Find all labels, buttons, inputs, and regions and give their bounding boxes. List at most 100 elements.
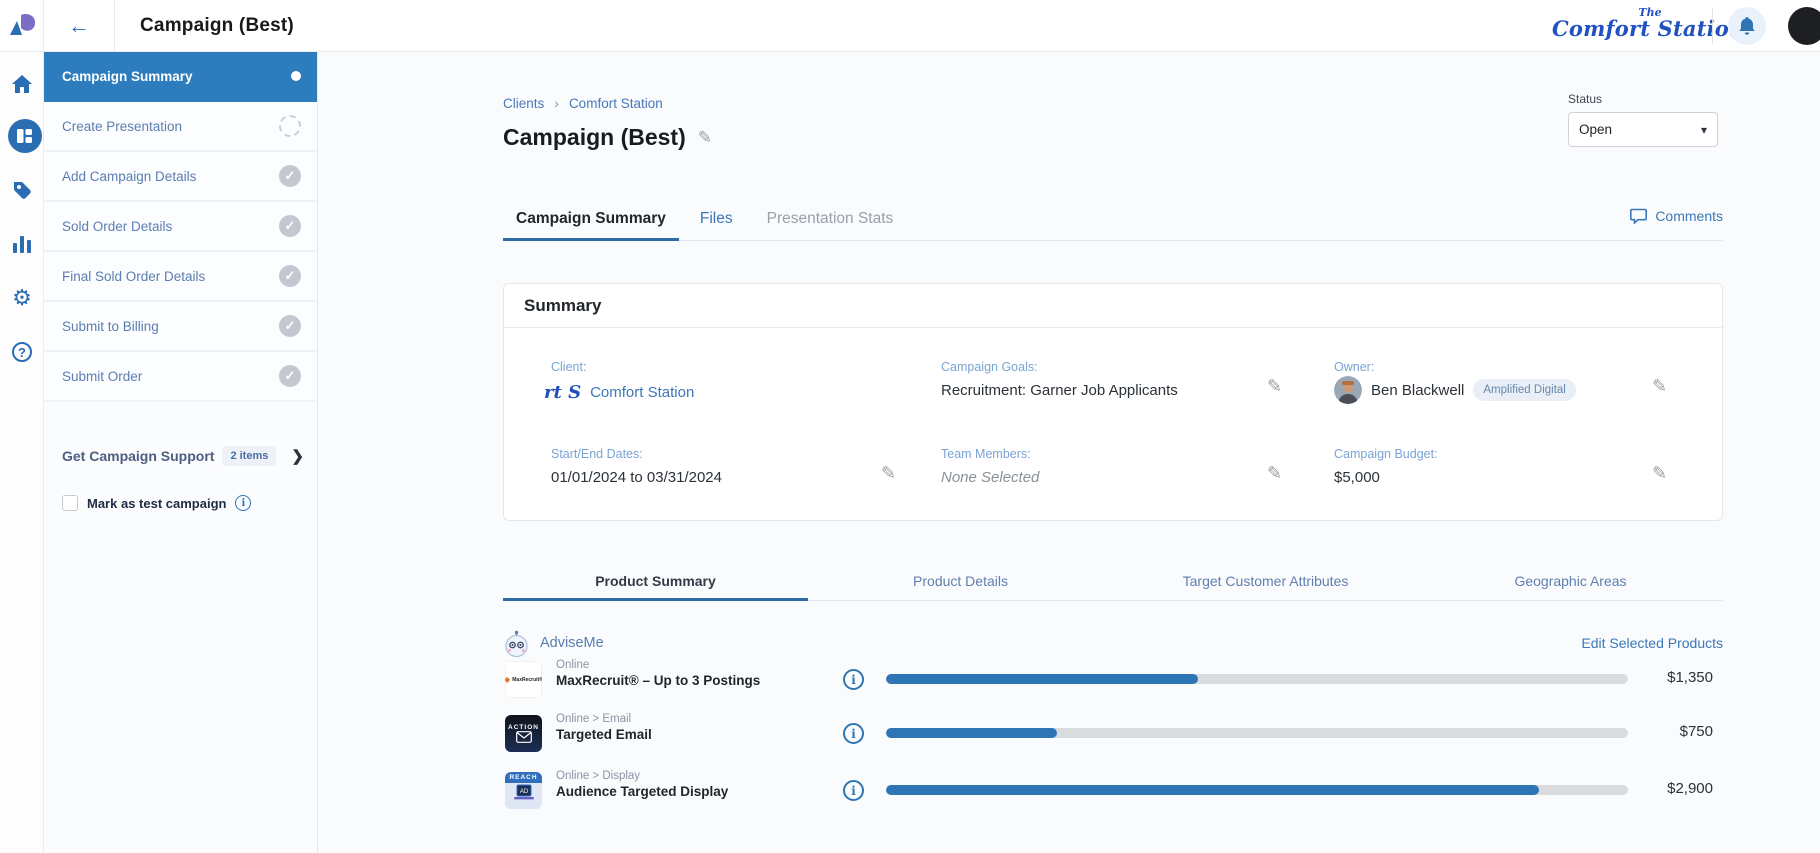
campaigns-nav-button[interactable] <box>0 119 44 153</box>
sidebar-item-create-presentation[interactable]: Create Presentation <box>44 102 317 152</box>
svg-text:AD: AD <box>519 789 528 795</box>
bar-chart-icon <box>13 236 31 253</box>
client-label: Client: <box>551 360 586 374</box>
product-category: Online > Display <box>556 770 728 782</box>
info-icon[interactable]: i <box>235 495 251 511</box>
sidebar-item-final-sold-order-details[interactable]: Final Sold Order Details ✓ <box>44 252 317 302</box>
app-logo-icon <box>8 13 36 39</box>
check-circle-icon: ✓ <box>279 165 301 187</box>
edit-selected-products-link[interactable]: Edit Selected Products <box>1581 635 1723 651</box>
tab-presentation-stats[interactable]: Presentation Stats <box>754 204 907 241</box>
adviseme-label: AdviseMe <box>540 635 604 651</box>
product-info-icon[interactable]: i <box>843 669 864 690</box>
targeted-email-icon: ACTION <box>505 715 542 752</box>
status-select[interactable]: Open ▾ <box>1568 112 1718 147</box>
reports-nav-button[interactable] <box>0 227 44 261</box>
sidebar-item-submit-order[interactable]: Submit Order ✓ <box>44 352 317 402</box>
sidebar-item-add-campaign-details[interactable]: Add Campaign Details ✓ <box>44 152 317 202</box>
tag-icon <box>12 180 32 200</box>
page-title: Campaign (Best) <box>503 124 686 151</box>
budget-value: $5,000 <box>1334 469 1380 486</box>
edit-title-pencil-icon[interactable]: ✎ <box>698 129 712 146</box>
adviseme-robot-icon <box>503 630 530 657</box>
summary-card: Summary Client: rt S Comfort Station Cam… <box>503 283 1723 521</box>
home-nav-button[interactable] <box>0 67 44 101</box>
topbar-divider <box>1712 8 1713 44</box>
tab-target-customer-attributes[interactable]: Target Customer Attributes <box>1113 564 1418 601</box>
budget-progress-fill <box>886 728 1057 738</box>
notifications-button[interactable] <box>1728 7 1766 45</box>
product-price: $2,900 <box>1593 780 1713 797</box>
comments-label: Comments <box>1655 208 1723 224</box>
tab-campaign-summary[interactable]: Campaign Summary <box>503 204 679 241</box>
page-tabs: Campaign Summary Files Presentation Stat… <box>503 204 1723 241</box>
client-name-link[interactable]: Comfort Station <box>590 384 694 401</box>
get-campaign-support-button[interactable]: Get Campaign Support 2 items ❯ <box>44 430 318 482</box>
window-title: Campaign (Best) <box>140 15 294 37</box>
breadcrumb: Clients › Comfort Station <box>503 95 663 111</box>
tab-product-details[interactable]: Product Details <box>808 564 1113 601</box>
tab-files[interactable]: Files <box>687 204 746 241</box>
product-price: $750 <box>1593 723 1713 740</box>
tab-product-summary[interactable]: Product Summary <box>503 564 808 601</box>
breadcrumb-client-link[interactable]: Comfort Station <box>569 96 663 111</box>
edit-team-pencil-icon[interactable]: ✎ <box>1267 463 1282 484</box>
main-content: Clients › Comfort Station Campaign (Best… <box>318 52 1820 853</box>
test-campaign-checkbox[interactable] <box>62 495 78 511</box>
icon-rail: ⚙ ? <box>0 52 44 853</box>
app-logo[interactable] <box>0 0 44 52</box>
audience-display-icon: REACH AD <box>505 772 542 809</box>
back-button[interactable]: ← <box>44 0 115 52</box>
dates-label: Start/End Dates: <box>551 447 643 461</box>
chevron-down-icon: ▾ <box>1701 123 1707 137</box>
owner-label: Owner: <box>1334 360 1374 374</box>
sidebar-item-campaign-summary[interactable]: Campaign Summary <box>44 52 317 102</box>
sidebar-item-submit-to-billing[interactable]: Submit to Billing ✓ <box>44 302 317 352</box>
product-info-icon[interactable]: i <box>843 723 864 744</box>
support-label: Get Campaign Support <box>62 448 214 464</box>
bell-icon <box>1738 16 1756 36</box>
budget-progress-fill <box>886 674 1198 684</box>
tags-nav-button[interactable] <box>0 173 44 207</box>
edit-owner-pencil-icon[interactable]: ✎ <box>1652 376 1667 397</box>
top-bar: ← Campaign (Best) The Comfort Station <box>0 0 1820 52</box>
help-icon: ? <box>12 342 32 362</box>
product-name: Audience Targeted Display <box>556 784 728 799</box>
brand-name: Comfort Station <box>1552 16 1702 41</box>
sidebar-item-label: Final Sold Order Details <box>62 269 279 284</box>
gear-icon: ⚙ <box>12 287 32 309</box>
check-circle-icon: ✓ <box>279 315 301 337</box>
owner-avatar <box>1334 376 1362 404</box>
product-tabs: Product Summary Product Details Target C… <box>503 564 1723 601</box>
check-circle-icon: ✓ <box>279 215 301 237</box>
edit-goals-pencil-icon[interactable]: ✎ <box>1267 376 1282 397</box>
budget-progress-track <box>886 785 1628 795</box>
team-members-value: None Selected <box>941 469 1039 486</box>
back-arrow-icon: ← <box>68 15 90 37</box>
check-circle-icon: ✓ <box>279 365 301 387</box>
dashboard-icon <box>8 119 42 153</box>
product-price: $1,350 <box>1593 669 1713 686</box>
adviseme-row: AdviseMe Edit Selected Products <box>503 628 1723 658</box>
settings-nav-button[interactable]: ⚙ <box>0 281 44 315</box>
sidebar-item-label: Create Presentation <box>62 119 279 134</box>
product-row-maxrecruit: ◆MaxRecruit® Online MaxRecruit® – Up to … <box>503 659 1723 699</box>
product-name: Targeted Email <box>556 727 652 742</box>
help-nav-button[interactable]: ? <box>0 335 44 369</box>
active-step-dot-icon <box>291 71 301 81</box>
product-info-icon[interactable]: i <box>843 780 864 801</box>
comment-bubble-icon <box>1630 208 1647 224</box>
dates-value: 01/01/2024 to 03/31/2024 <box>551 469 722 486</box>
sidebar-item-sold-order-details[interactable]: Sold Order Details ✓ <box>44 202 317 252</box>
edit-dates-pencil-icon[interactable]: ✎ <box>881 463 896 484</box>
user-avatar[interactable] <box>1788 7 1820 45</box>
client-logo: rt S <box>544 382 581 403</box>
comments-button[interactable]: Comments <box>1630 208 1723 224</box>
check-circle-icon: ✓ <box>279 265 301 287</box>
product-name: MaxRecruit® – Up to 3 Postings <box>556 673 760 688</box>
breadcrumb-clients-link[interactable]: Clients <box>503 96 544 111</box>
tab-geographic-areas[interactable]: Geographic Areas <box>1418 564 1723 601</box>
team-members-label: Team Members: <box>941 447 1031 461</box>
edit-budget-pencil-icon[interactable]: ✎ <box>1652 463 1667 484</box>
product-row-audience-targeted-display: REACH AD Online > Display Audience Targe… <box>503 770 1723 810</box>
